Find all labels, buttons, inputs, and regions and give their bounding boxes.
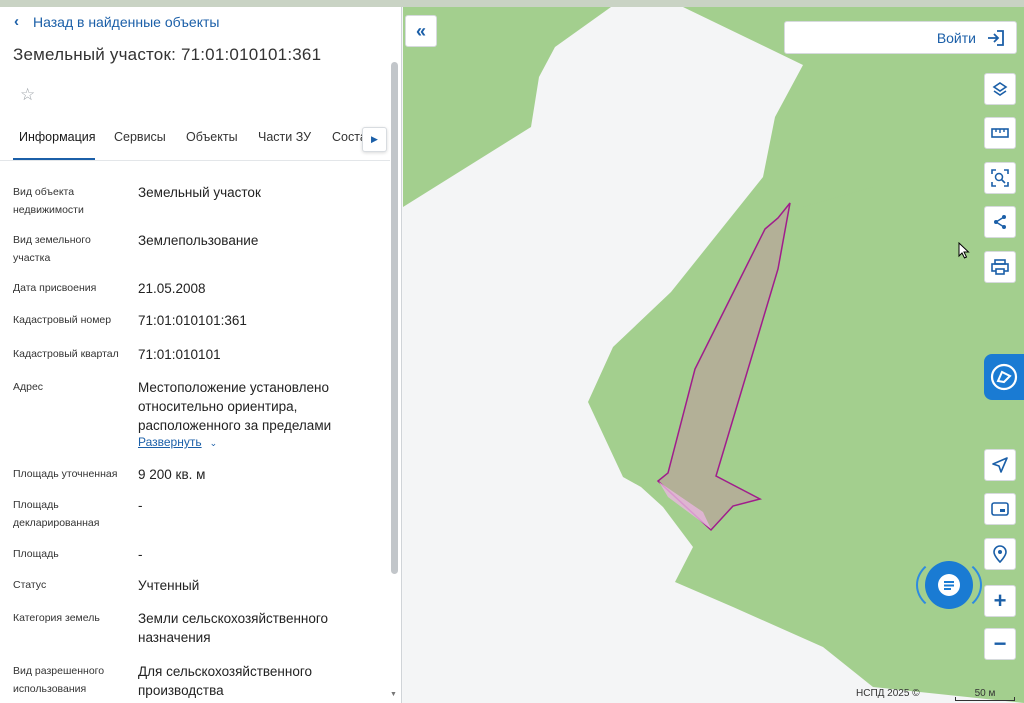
locate-icon — [992, 457, 1008, 473]
favorite-star-icon[interactable]: ☆ — [20, 85, 35, 105]
tab-parcel-parts[interactable]: Части ЗУ — [258, 130, 311, 144]
expand-label: Развернуть — [138, 435, 202, 449]
minimap-icon — [991, 502, 1009, 516]
double-chevron-left-icon: « — [415, 20, 426, 41]
ruler-icon — [991, 128, 1009, 138]
attribute-label: Кадастровый номер — [13, 314, 112, 326]
attribute-label: Дата присвоения — [13, 282, 97, 294]
geo-search-button[interactable] — [984, 538, 1016, 570]
attribute-label: Площадь — [13, 548, 59, 560]
geo-search-icon — [993, 545, 1007, 563]
zoom-in-button[interactable]: + — [984, 585, 1016, 617]
tab-objects[interactable]: Объекты — [186, 130, 238, 144]
side-panel-tab[interactable] — [984, 354, 1024, 400]
chat-button[interactable] — [916, 557, 982, 613]
zoom-out-button[interactable]: − — [984, 628, 1016, 660]
scale-bar — [955, 697, 1015, 701]
collapse-panel-button[interactable]: « — [405, 15, 437, 47]
print-icon — [991, 259, 1009, 275]
print-button[interactable] — [984, 251, 1016, 283]
minimap-button[interactable] — [984, 493, 1016, 525]
attribute-value: Землепользование — [138, 233, 259, 248]
triangle-right-icon: ▶ — [371, 134, 378, 144]
area-select-icon — [991, 169, 1009, 187]
minus-icon: − — [993, 631, 1007, 656]
active-tab-indicator — [13, 158, 95, 160]
chat-bubble — [925, 561, 973, 609]
report-icon — [990, 363, 1018, 391]
ruler-button[interactable] — [984, 117, 1016, 149]
share-icon — [994, 215, 1006, 229]
panel-scrollbar[interactable] — [391, 62, 398, 574]
attribute-label: Вид земельного участка — [13, 234, 91, 264]
layers-button[interactable] — [984, 73, 1016, 105]
attribute-label: Вид объекта недвижимости — [13, 186, 84, 216]
tabs-scroll-right-button[interactable]: ▶ — [362, 127, 387, 152]
mouse-cursor-icon — [958, 242, 970, 259]
area-select-button[interactable] — [984, 162, 1016, 194]
login-icon — [988, 29, 1004, 46]
attribute-value: 21.05.2008 — [138, 281, 206, 296]
page-title: Земельный участок: 71:01:010101:361 — [13, 45, 322, 64]
attribute-label: Вид разрешенного использования — [13, 665, 105, 695]
login-button[interactable]: Войти — [784, 21, 1017, 54]
plus-icon: + — [993, 588, 1007, 613]
tab-services[interactable]: Сервисы — [114, 130, 166, 144]
attribute-label: Адрес — [13, 381, 44, 393]
attribute-value: Местоположение установлено относительно … — [138, 380, 332, 433]
share-button[interactable] — [984, 206, 1016, 238]
attribute-label: Статус — [13, 579, 47, 591]
attribute-value: Земли сельскохозяйственного назначения — [138, 611, 329, 645]
login-label: Войти — [936, 29, 976, 46]
chat-icon — [938, 574, 960, 596]
attribute-label: Категория земель — [13, 612, 100, 624]
scroll-down-arrow-icon[interactable]: ▼ — [390, 691, 397, 698]
expand-address-link[interactable]: Развернуть ⌄ — [138, 435, 217, 449]
attribute-value: 71:01:010101 — [138, 347, 221, 362]
object-info-panel: ‹ Назад в найденные объекты Земельный уч… — [0, 7, 402, 703]
attribute-value: Учтенный — [138, 578, 200, 593]
attribute-value: - — [138, 547, 143, 562]
tab-bar: Информация Сервисы Объекты Части ЗУ Сост… — [0, 123, 390, 161]
top-strip — [0, 0, 1024, 7]
locate-button[interactable] — [984, 449, 1016, 481]
attribute-value: 71:01:010101:361 — [138, 313, 247, 328]
attribute-label: Кадастровый квартал — [13, 348, 119, 360]
attribute-value: Земельный участок — [138, 185, 261, 200]
map-attribution: НСПД 2025 © — [856, 688, 920, 699]
layers-icon — [992, 82, 1008, 96]
back-link[interactable]: ‹ Назад в найденные объекты — [14, 13, 219, 30]
chevron-down-icon: ⌄ — [209, 438, 218, 448]
attribute-label: Площадь декларированная — [13, 499, 100, 529]
attribute-value: - — [138, 498, 143, 513]
chevron-left-icon: ‹ — [14, 13, 19, 30]
back-link-label: Назад в найденные объекты — [33, 13, 220, 30]
tab-information[interactable]: Информация — [19, 130, 96, 144]
attribute-label: Площадь уточненная — [13, 468, 118, 480]
attribute-value: Для сельскохозяйственного производства — [138, 664, 312, 698]
attribute-value: 9 200 кв. м — [138, 467, 206, 482]
